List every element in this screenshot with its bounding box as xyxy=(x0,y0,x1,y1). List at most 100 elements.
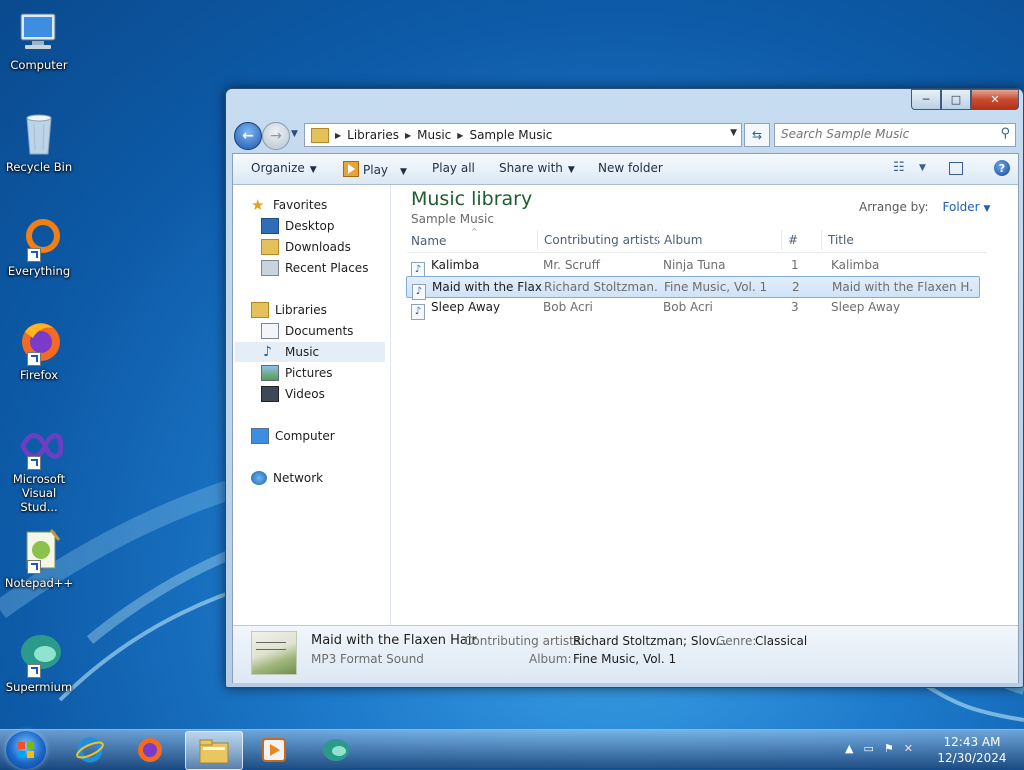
organize-label: Organize xyxy=(251,161,305,175)
nav-desktop[interactable]: Desktop xyxy=(261,216,335,236)
details-album-value[interactable]: Fine Music, Vol. 1 xyxy=(573,652,676,666)
libraries-icon xyxy=(251,302,269,318)
explorer-body: Organize ▼ Play ▼ Play all Share with ▼ New… xyxy=(232,153,1019,683)
column-headers: ^ Name Contributing artists Album # Titl… xyxy=(407,227,987,253)
nav-pictures[interactable]: Pictures xyxy=(261,363,333,383)
sort-ascending-icon: ^ xyxy=(471,227,478,236)
name-cell: ♪ Kalimba xyxy=(411,258,541,278)
nav-favorites[interactable]: ★ Favorites xyxy=(251,195,327,215)
nav-libraries[interactable]: Libraries xyxy=(251,300,327,320)
column-header-contributing-artists[interactable]: Contributing artists xyxy=(537,230,660,250)
maximize-button[interactable]: □ xyxy=(941,89,971,110)
minimize-button[interactable]: ─ xyxy=(911,89,941,110)
play-button[interactable]: Play ▼ xyxy=(343,161,407,177)
desktop-icon-label: Microsoft Visual Stud... xyxy=(12,472,66,514)
view-options-icon[interactable]: ☷ xyxy=(893,160,905,175)
notepad-plus-plus-icon xyxy=(15,526,63,574)
play-icon xyxy=(343,161,359,177)
start-button[interactable] xyxy=(6,731,46,769)
desktop-icon-label: Recycle Bin xyxy=(5,160,73,174)
computer-icon xyxy=(251,428,269,444)
close-button[interactable]: ✕ xyxy=(971,89,1019,110)
preview-pane-icon[interactable] xyxy=(949,162,963,175)
clock[interactable]: 12:43 AM 12/30/2024 xyxy=(930,734,1014,766)
share-with-button[interactable]: Share with ▼ xyxy=(499,161,575,175)
column-header-track-number[interactable]: # xyxy=(781,230,818,250)
recycle-bin-icon xyxy=(15,110,63,158)
file-explorer-icon xyxy=(199,739,229,763)
organize-button[interactable]: Organize ▼ xyxy=(251,161,317,175)
taskbar-firefox[interactable] xyxy=(122,731,178,768)
details-artists-label: Contributing artists: xyxy=(464,634,585,648)
breadcrumb-music[interactable]: Music xyxy=(413,128,455,142)
library-title: Music library xyxy=(411,188,533,210)
clock-date: 12/30/2024 xyxy=(937,751,1007,765)
volume-muted-icon[interactable]: ✕ xyxy=(904,742,913,755)
artist-cell: Richard Stoltzman... xyxy=(544,280,658,294)
nav-network[interactable]: Network xyxy=(251,468,323,488)
file-name: Kalimba xyxy=(431,258,480,272)
action-center-flag-icon[interactable]: ⚑ xyxy=(884,742,894,755)
network-tray-icon[interactable]: ▭ xyxy=(863,742,873,755)
breadcrumb-separator[interactable]: ▶ xyxy=(403,131,413,140)
desktop-icon-computer[interactable]: Computer xyxy=(2,8,76,72)
arrange-by-dropdown[interactable]: Folder ▼ xyxy=(943,200,991,214)
desktop-icon-recycle-bin[interactable]: Recycle Bin xyxy=(2,110,76,174)
search-box[interactable]: ⚲ xyxy=(774,123,1016,147)
recent-pages-dropdown[interactable]: ▼ xyxy=(291,129,298,139)
desktop-icon-firefox[interactable]: Firefox xyxy=(2,318,76,382)
details-genre-value[interactable]: Classical xyxy=(755,634,807,648)
desktop-icon-notepad-plus-plus[interactable]: Notepad++ xyxy=(2,526,76,590)
search-icon[interactable]: ⚲ xyxy=(1000,126,1010,141)
album-cell: Fine Music, Vol. 1 xyxy=(664,280,768,294)
taskbar-internet-explorer[interactable] xyxy=(62,731,118,768)
taskbar-media-player[interactable] xyxy=(246,731,302,768)
window-controls: ─ □ ✕ xyxy=(911,89,1019,110)
visual-studio-icon xyxy=(15,422,64,470)
media-player-icon xyxy=(262,737,286,762)
desktop-icon-visual-studio[interactable]: Microsoft Visual Stud... xyxy=(2,422,76,514)
address-dropdown-icon[interactable]: ▼ xyxy=(730,128,737,138)
breadcrumb-separator[interactable]: ▶ xyxy=(455,131,465,140)
column-header-title[interactable]: Title xyxy=(821,230,978,250)
breadcrumb-sample-music[interactable]: Sample Music xyxy=(465,128,556,142)
everything-icon xyxy=(15,214,63,262)
taskbar-file-explorer[interactable] xyxy=(185,731,243,770)
command-bar: Organize ▼ Play ▼ Play all Share with ▼ New… xyxy=(233,154,1018,185)
play-all-button[interactable]: Play all xyxy=(432,161,475,175)
column-header-album[interactable]: Album xyxy=(657,230,782,250)
share-with-label: Share with xyxy=(499,161,563,175)
column-header-name[interactable]: Name xyxy=(411,234,446,248)
breadcrumb-libraries[interactable]: Libraries xyxy=(343,128,403,142)
search-input[interactable] xyxy=(775,124,992,144)
address-bar[interactable]: ▶ Libraries ▶ Music ▶ Sample Music ▼ xyxy=(304,123,742,147)
desktop-icon-everything[interactable]: Everything xyxy=(2,214,76,278)
show-hidden-icons-icon[interactable]: ▲ xyxy=(845,742,853,755)
table-row-selected[interactable]: ♪Maid with the Flaxe... Richard Stoltzma… xyxy=(406,276,980,300)
nav-recent-places[interactable]: Recent Places xyxy=(261,258,368,278)
nav-documents[interactable]: Documents xyxy=(261,321,353,341)
nav-music[interactable]: ♪ Music xyxy=(235,342,385,362)
album-art-thumbnail xyxy=(251,631,297,675)
nav-videos[interactable]: Videos xyxy=(261,384,325,404)
back-button[interactable]: ← xyxy=(234,122,262,150)
details-artists-value[interactable]: Richard Stoltzman; Slov... xyxy=(573,634,727,648)
new-folder-button[interactable]: New folder xyxy=(598,161,663,175)
artist-cell: Bob Acri xyxy=(543,300,593,314)
nav-downloads[interactable]: Downloads xyxy=(261,237,351,257)
help-button[interactable]: ? xyxy=(994,160,1010,176)
refresh-button[interactable]: ⇆ xyxy=(744,123,770,147)
breadcrumb-separator[interactable]: ▶ xyxy=(333,131,343,140)
table-row[interactable]: ♪ Kalimba Mr. Scruff Ninja Tuna 1 Kalimba xyxy=(407,255,979,278)
desktop-icon-supermium[interactable]: Supermium xyxy=(2,630,76,694)
nav-label: Favorites xyxy=(273,198,328,212)
chevron-down-icon: ▼ xyxy=(309,165,317,175)
forward-button[interactable]: → xyxy=(262,122,290,150)
view-dropdown-icon[interactable]: ▼ xyxy=(919,163,926,173)
table-row[interactable]: ♪ Sleep Away Bob Acri Bob Acri 3 Sleep Aw… xyxy=(407,297,979,320)
nav-label: Recent Places xyxy=(285,261,369,275)
taskbar-supermium[interactable] xyxy=(308,731,364,768)
nav-computer[interactable]: Computer xyxy=(251,426,335,446)
nav-label: Computer xyxy=(275,429,335,443)
refresh-icon: ⇆ xyxy=(751,128,763,142)
